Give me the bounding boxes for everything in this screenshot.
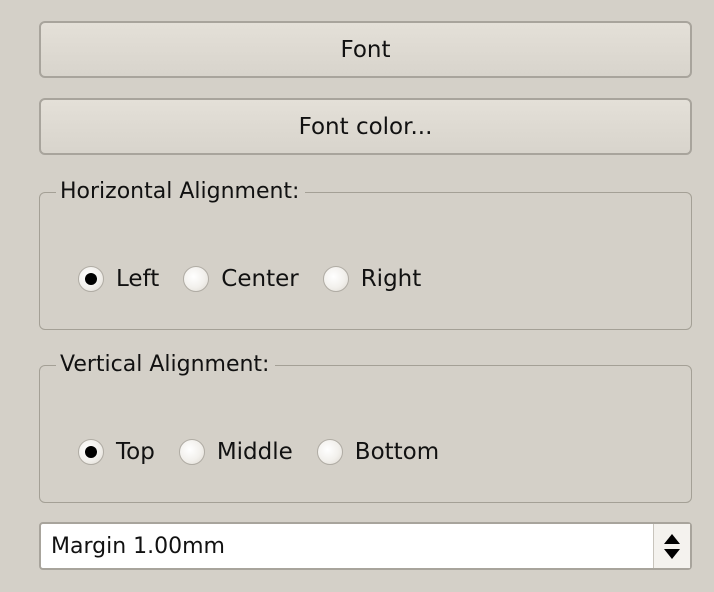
radio-middle-label: Middle <box>216 439 293 465</box>
margin-spinbox[interactable] <box>39 522 692 570</box>
radio-right-indicator[interactable] <box>322 266 349 292</box>
margin-stepper[interactable] <box>653 524 690 568</box>
arrow-up-icon[interactable] <box>664 533 680 544</box>
font-button-label: Font <box>340 36 391 63</box>
radio-right-label: Right <box>360 266 422 292</box>
horizontal-alignment-title: Horizontal Alignment: <box>60 179 300 204</box>
radio-top-label: Top <box>116 439 155 465</box>
vertical-alignment-options: Top Middle Bottom <box>78 439 463 465</box>
vertical-alignment-title: Vertical Alignment: <box>60 352 270 377</box>
vertical-alignment-group: Vertical Alignment: Top Middle Bottom <box>39 353 692 503</box>
arrow-down-icon[interactable] <box>664 548 680 559</box>
radio-left-indicator[interactable] <box>78 266 104 292</box>
margin-input[interactable] <box>41 524 653 568</box>
radio-left[interactable]: Left <box>78 266 159 292</box>
radio-center-label: Center <box>221 266 299 292</box>
font-color-button-label: Font color... <box>298 113 433 140</box>
radio-bottom-indicator[interactable] <box>316 439 343 465</box>
radio-top[interactable]: Top <box>78 439 155 465</box>
horizontal-alignment-group: Horizontal Alignment: Left Center Right <box>39 180 692 330</box>
radio-top-indicator[interactable] <box>78 439 104 465</box>
radio-center-indicator[interactable] <box>183 266 210 292</box>
horizontal-alignment-options: Left Center Right <box>78 266 445 292</box>
font-color-button[interactable]: Font color... <box>39 98 692 155</box>
radio-center[interactable]: Center <box>183 266 299 292</box>
radio-middle[interactable]: Middle <box>178 439 293 465</box>
radio-left-label: Left <box>116 266 160 292</box>
radio-right[interactable]: Right <box>322 266 422 292</box>
radio-bottom-label: Bottom <box>354 439 440 465</box>
radio-middle-indicator[interactable] <box>178 439 205 465</box>
font-button[interactable]: Font <box>39 21 692 78</box>
radio-bottom[interactable]: Bottom <box>316 439 440 465</box>
